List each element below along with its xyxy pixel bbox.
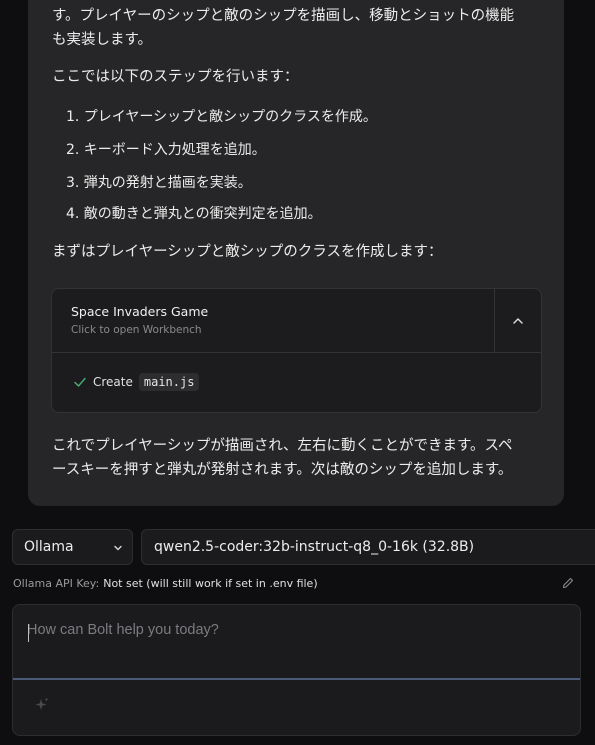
api-key-row: Ollama API Key: Not set (will still work … — [13, 577, 318, 590]
action-label: Create — [93, 375, 133, 389]
artifact-header[interactable]: Space Invaders Game Click to open Workbe… — [52, 289, 541, 353]
prompt-focus-line — [13, 678, 580, 680]
message-text-intro-2: も実装します。 — [52, 32, 153, 48]
api-key-label: Ollama API Key: — [13, 577, 100, 590]
prompt-input[interactable] — [13, 605, 580, 678]
artifact-action: Create main.js — [73, 371, 200, 393]
artifact-card: Space Invaders Game Click to open Workbe… — [51, 288, 542, 413]
collapse-button[interactable] — [494, 289, 541, 352]
sparkles-icon[interactable] — [34, 696, 50, 714]
message-text-outro-1: これでプレイヤーシップが描画され、左右に動くことができます。スペ — [52, 438, 513, 454]
prompt-box — [12, 604, 581, 736]
chevron-up-icon — [513, 317, 523, 324]
check-icon — [74, 377, 86, 387]
artifact-title: Space Invaders Game — [71, 304, 209, 319]
list-item: 3. 弾丸の発射と描画を実装。 — [66, 175, 252, 191]
message-lead: まずはプレイヤーシップと敵シップのクラスを作成します： — [52, 244, 443, 260]
message-steps-intro: ここでは以下のステップを行います： — [52, 69, 299, 85]
text-cursor — [28, 624, 29, 642]
list-item: 4. 敵の動きと弾丸との衝突判定を追加。 — [66, 206, 322, 222]
provider-value: Ollama — [24, 539, 74, 555]
model-select[interactable]: qwen2.5-coder:32b-instruct-q8_0-16k (32.… — [141, 529, 595, 565]
provider-select[interactable]: Ollama — [12, 529, 133, 565]
list-item: 1. プレイヤーシップと敵シップのクラスを作成。 — [66, 109, 377, 125]
chevron-down-icon — [114, 545, 122, 551]
artifact-subtitle: Click to open Workbench — [71, 324, 202, 336]
message-text-intro-1: す。プレイヤーのシップと敵のシップを描画し、移動とショットの機能 — [52, 8, 515, 24]
pencil-icon[interactable] — [561, 576, 575, 590]
model-value: qwen2.5-coder:32b-instruct-q8_0-16k (32.… — [154, 539, 475, 555]
api-key-value: Not set (will still work if set in .env … — [103, 577, 318, 590]
message-text-outro-2: ースキーを押すと弾丸が発射されます。次は敵のシップを追加します。 — [52, 462, 513, 478]
list-item: 2. キーボード入力処理を追加。 — [66, 142, 266, 158]
file-name: main.js — [138, 373, 200, 391]
